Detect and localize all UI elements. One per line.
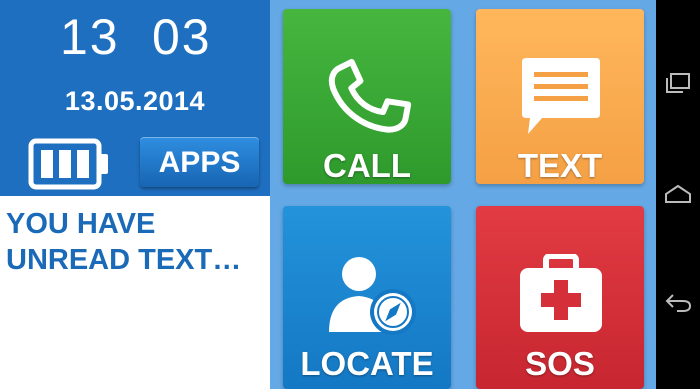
battery-icon <box>28 138 108 190</box>
status-panel: 13 03 13.05.2014 APPS YOU HAVE UNREAD TE… <box>0 0 270 389</box>
recent-apps-icon <box>666 73 690 93</box>
date: 13.05.2014 <box>64 86 206 116</box>
message-icon <box>522 58 600 134</box>
clock-area: 13 03 13.05.2014 APPS <box>0 0 270 196</box>
navigation-bar <box>656 0 700 389</box>
back-icon <box>665 294 692 312</box>
clock-hours: 13 <box>60 9 120 65</box>
back-button[interactable] <box>656 283 700 323</box>
apps-button[interactable]: APPS <box>140 137 259 187</box>
text-label: TEXT <box>517 147 603 184</box>
sos-tile[interactable]: SOS <box>476 206 644 389</box>
locate-icon <box>329 257 416 335</box>
first-aid-icon <box>520 254 602 332</box>
unread-notification-text: YOU HAVE UNREAD TEXT… <box>6 208 242 276</box>
phone-icon <box>328 58 412 133</box>
locate-label: LOCATE <box>300 345 434 382</box>
locate-tile[interactable]: LOCATE <box>283 206 451 389</box>
notification-area[interactable]: YOU HAVE UNREAD TEXT… <box>0 196 270 389</box>
home-icon <box>665 184 691 203</box>
call-label: CALL <box>323 147 411 184</box>
recent-apps-button[interactable] <box>656 64 700 104</box>
text-tile[interactable]: TEXT <box>476 9 644 184</box>
clock: 13 03 <box>0 8 270 70</box>
clock-minutes: 03 <box>152 9 212 65</box>
home-button[interactable] <box>656 174 700 214</box>
sos-label: SOS <box>525 345 595 382</box>
call-tile[interactable]: CALL <box>283 9 451 184</box>
